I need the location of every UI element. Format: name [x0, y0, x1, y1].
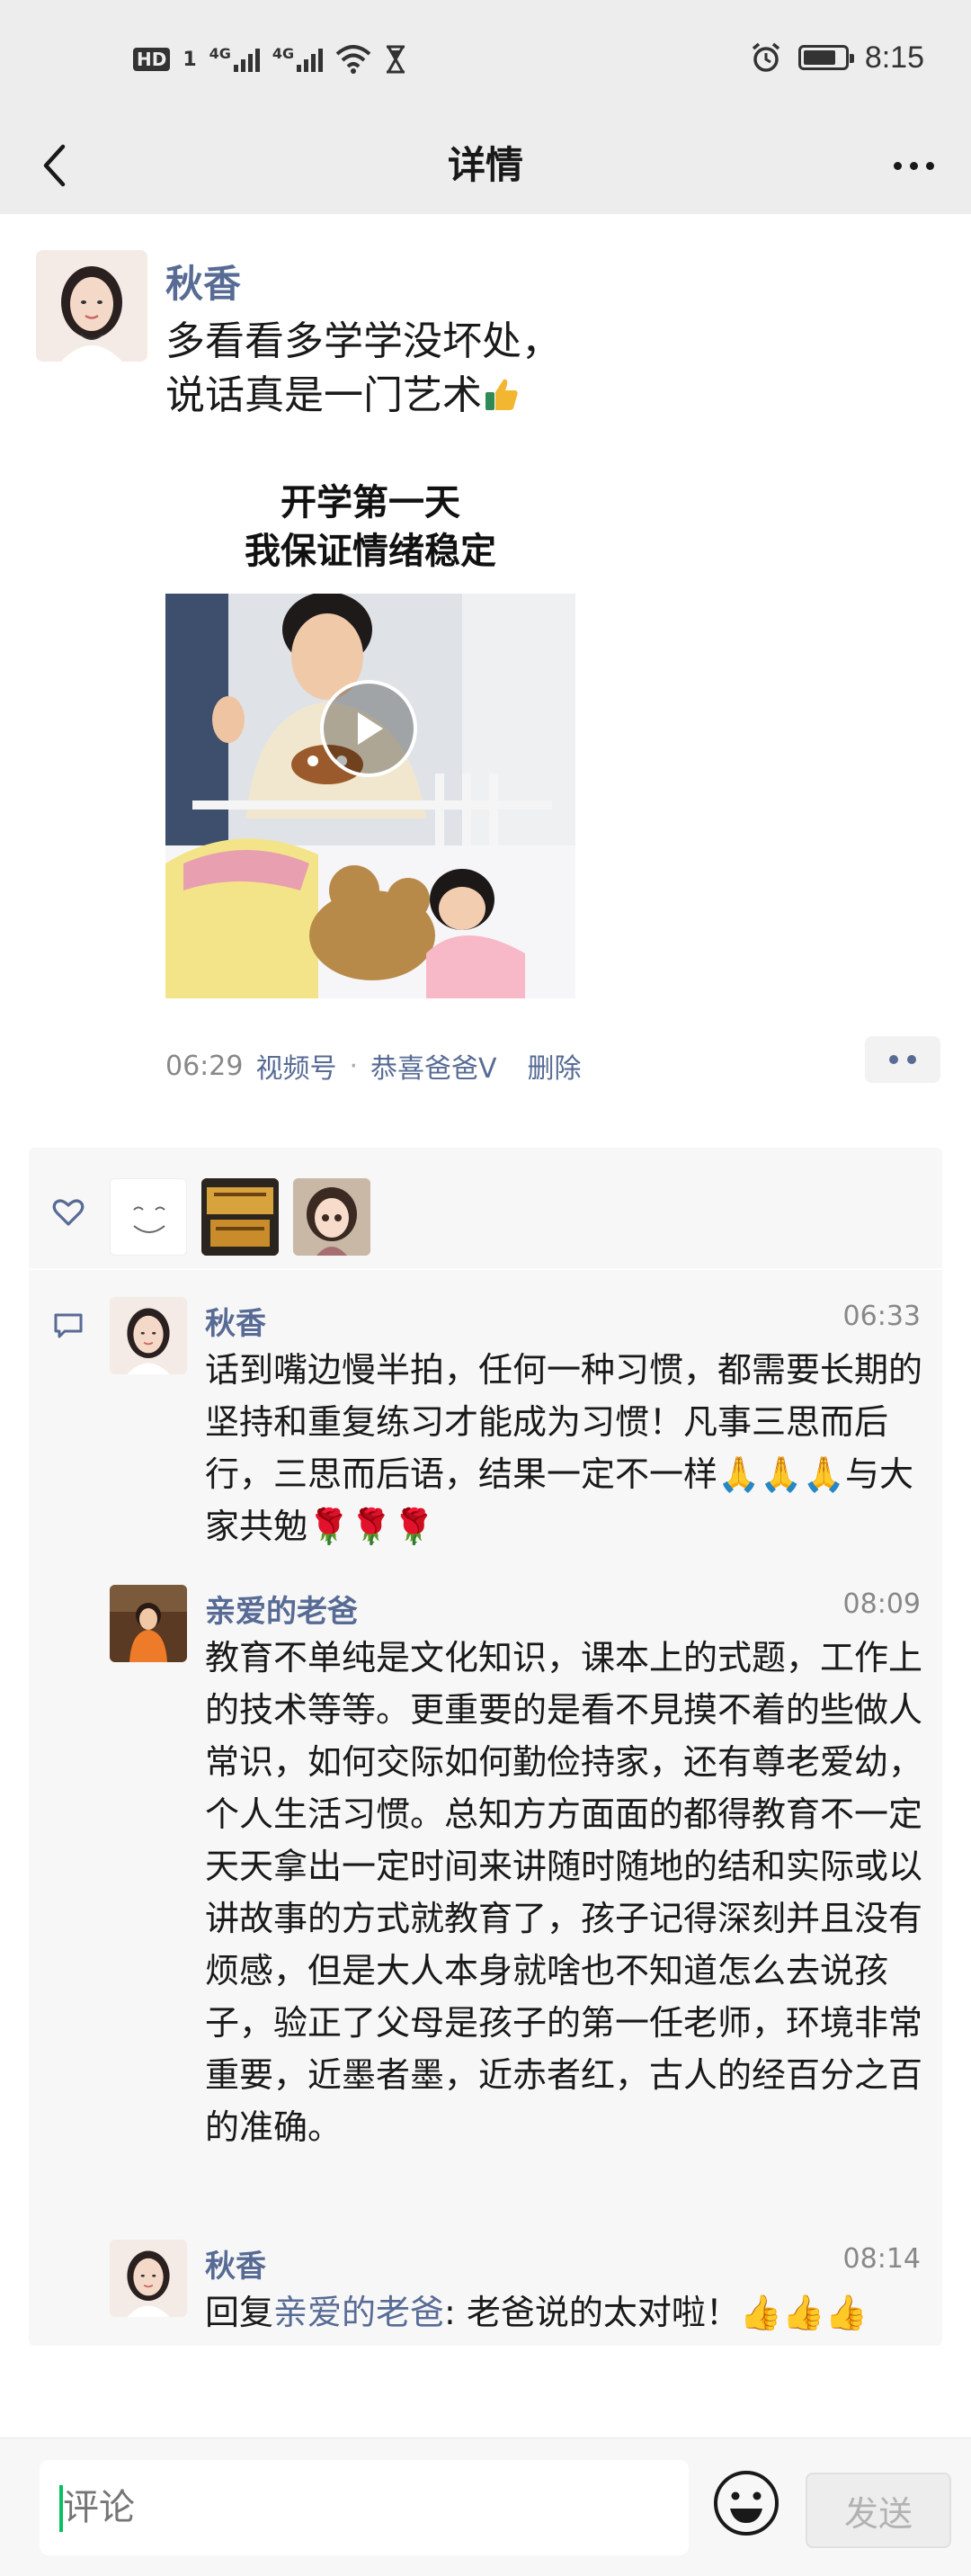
- signal-icon-2: 4G: [272, 45, 324, 72]
- more-options-button[interactable]: [879, 135, 948, 196]
- like-avatar[interactable]: [293, 1178, 370, 1256]
- reply-text: 回复亲爱的老爸: 老爸说的太对啦！👍👍👍: [205, 2286, 924, 2339]
- comment-avatar[interactable]: [110, 1297, 187, 1374]
- post-time: 06:29: [165, 1050, 244, 1082]
- author-name[interactable]: 秋香: [165, 254, 241, 309]
- alarm-icon: [752, 42, 779, 72]
- status-right: 8:15: [750, 40, 924, 76]
- author-avatar-image: [36, 250, 147, 362]
- page-title: 详情: [447, 143, 523, 187]
- comment-author[interactable]: 秋香: [205, 1299, 266, 1343]
- delete-button[interactable]: 删除: [528, 1046, 582, 1086]
- nav-bar: 详情: [0, 117, 971, 214]
- commenter-avatar-image: [110, 1585, 187, 1662]
- status-bar: HD 1 4G 4G 8:15: [0, 0, 971, 117]
- author-avatar[interactable]: [36, 250, 147, 362]
- comment-time: 06:33: [842, 1301, 921, 1332]
- play-button[interactable]: [320, 680, 417, 777]
- play-icon: [358, 712, 383, 745]
- divider: [29, 1268, 942, 1270]
- status-time: 8:15: [864, 40, 924, 75]
- interaction-panel: 秋香 06:33 话到嘴边慢半拍，任何一种习惯，都需要长期的坚持和重复练习才能成…: [29, 1148, 942, 2346]
- gold-text-avatar: [201, 1178, 279, 1256]
- post-text-line-1: 多看看多学学没坏处，: [165, 318, 561, 364]
- status-left: HD 1 4G 4G: [133, 43, 407, 76]
- cartoon-girl-avatar: [293, 1178, 370, 1256]
- back-button[interactable]: [23, 135, 85, 196]
- comment-text: 教育不单纯是文化知识，课本上的式题，工作上的技术等等。更重要的是看不見摸不着的些…: [205, 1638, 923, 2147]
- more-dot-icon: [893, 161, 902, 170]
- like-comment-menu-button[interactable]: [865, 1036, 940, 1083]
- like-avatar[interactable]: [110, 1178, 187, 1256]
- hd-badge: HD: [133, 48, 171, 71]
- send-button[interactable]: 发送: [806, 2473, 951, 2548]
- smile-face-avatar: [111, 1179, 186, 1255]
- post-meta: 06:29 视频号 · 恭喜爸爸V 删除: [165, 1043, 582, 1088]
- meta-separator: ·: [349, 1050, 359, 1082]
- comment-avatar[interactable]: [110, 1585, 187, 1662]
- comment-time: 08:09: [842, 1588, 921, 1620]
- video-card[interactable]: 开学第一天 我保证情绪稳定: [165, 468, 575, 998]
- hourglass-icon: [387, 45, 405, 74]
- comment-item[interactable]: 秋香 06:33 话到嘴边慢半拍，任何一种习惯，都需要长期的坚持和重复练习才能成…: [29, 1297, 942, 1567]
- commenter-avatar-image: [110, 2240, 187, 2317]
- wifi-icon: [335, 45, 371, 74]
- channel-label-link[interactable]: 视频号: [255, 1046, 336, 1086]
- reply-to-name[interactable]: 亲爱的老爸: [273, 2293, 444, 2332]
- heart-icon: [52, 1199, 85, 1226]
- comment-bar: 发送: [0, 2437, 971, 2576]
- video-thumbnail[interactable]: [165, 594, 575, 998]
- channel-author-link[interactable]: 恭喜爸爸V: [370, 1046, 497, 1086]
- post-text: 多看看多学学没坏处， 说话真是一门艺术: [165, 315, 903, 423]
- signal-icon-1: 4G: [209, 45, 260, 72]
- likes-row: [29, 1148, 942, 1268]
- comment-item[interactable]: 亲爱的老爸 08:09 教育不单纯是文化知识，课本上的式题，工作上的技术等等。更…: [29, 1585, 942, 2232]
- reply-prefix: 回复: [205, 2293, 274, 2332]
- post-text-line-2: 说话真是一门艺术: [165, 369, 903, 423]
- video-caption: 开学第一天 我保证情绪稳定: [245, 482, 496, 572]
- comment-text: 话到嘴边慢半拍，任何一种习惯，都需要长期的坚持和重复练习才能成为习惯！凡事三思而…: [205, 1350, 923, 1546]
- text-cursor: [59, 2485, 63, 2532]
- commenter-avatar-image: [110, 1297, 187, 1374]
- comment-item[interactable]: 秋香 08:14 回复亲爱的老爸: 老爸说的太对啦！👍👍👍: [29, 2240, 942, 2348]
- like-avatar[interactable]: [201, 1178, 279, 1256]
- battery-icon: [797, 45, 854, 70]
- video-thumbnail-image: [165, 594, 575, 998]
- reply-body: : 老爸说的太对啦！👍👍👍: [444, 2293, 868, 2332]
- thumbs-up-icon: [486, 379, 518, 410]
- comment-avatar[interactable]: [110, 2240, 187, 2317]
- comment-author[interactable]: 秋香: [205, 2241, 266, 2285]
- emoji-icon[interactable]: [712, 2469, 780, 2537]
- comment-author[interactable]: 亲爱的老爸: [205, 1587, 358, 1631]
- sim-number: 1: [183, 48, 197, 71]
- comment-time: 08:14: [842, 2243, 921, 2275]
- chevron-left-icon: [43, 144, 66, 187]
- comment-input[interactable]: [40, 2460, 689, 2555]
- menu-dot-icon: [889, 1055, 898, 1064]
